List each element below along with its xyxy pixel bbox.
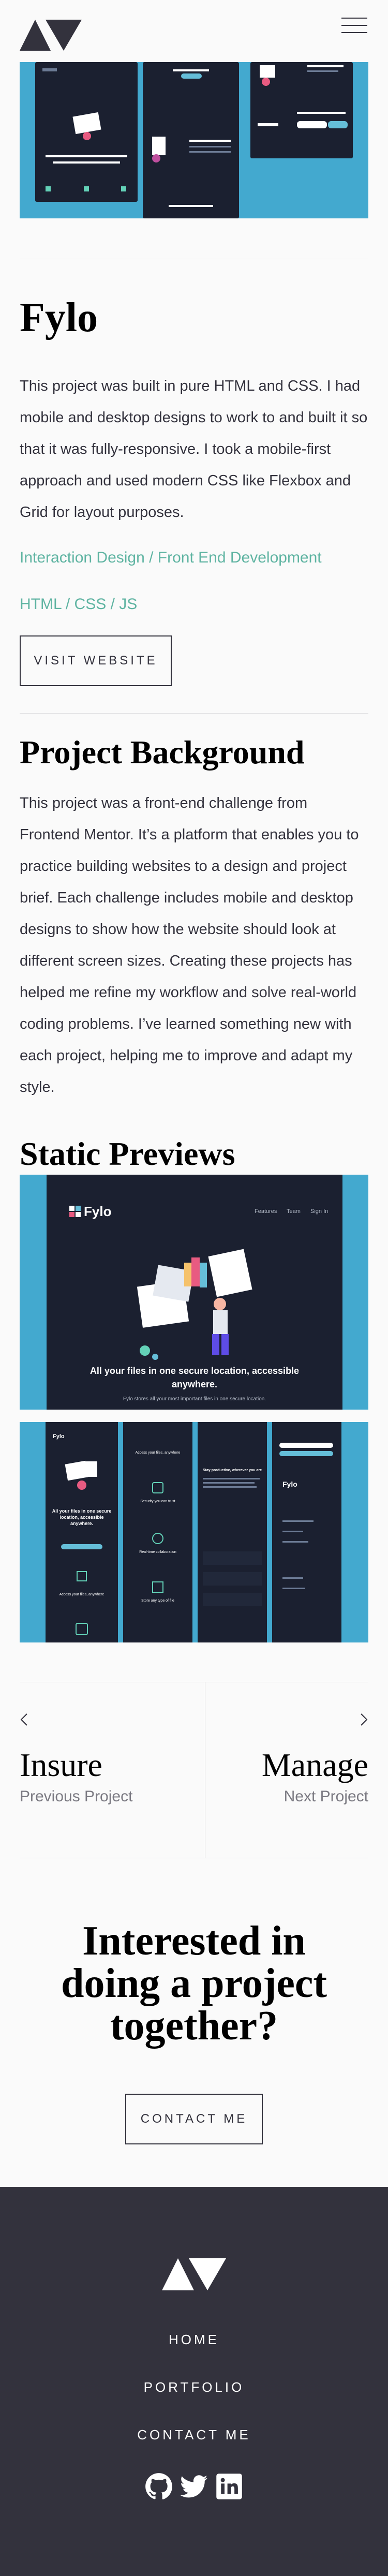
mobile-mockup: Access your files, anywhere Security you… <box>123 1422 192 1642</box>
mockup-desktop <box>250 62 353 158</box>
linkedin-icon[interactable] <box>215 2473 243 2500</box>
divider <box>20 713 368 714</box>
preview-feature: Access your files, anywhere <box>59 1593 105 1596</box>
hamburger-menu-icon[interactable] <box>341 18 367 34</box>
project-categories: Interaction Design / Front End Developme… <box>20 549 322 566</box>
previous-project-link[interactable]: Insure Previous Project <box>20 1713 132 1805</box>
menu-bar <box>341 25 367 26</box>
preview-nav-item: Features <box>255 1208 277 1215</box>
preview-section-title: Stay productive, wherever you are <box>203 1469 262 1472</box>
mobile-mockup: Fylo All your files in one secure locati… <box>46 1422 118 1642</box>
mockup-mobile <box>35 62 138 202</box>
mobile-mockup: Fylo <box>272 1422 341 1642</box>
preview-headline: All your files in one secure location, a… <box>89 1366 300 1389</box>
site-header <box>0 0 388 62</box>
preview-logo-text: Fylo <box>53 1433 65 1440</box>
mockup-mobile <box>143 62 239 218</box>
footer-link-contact[interactable]: CONTACT ME <box>0 2427 388 2443</box>
static-previews-heading: Static Previews <box>20 1135 235 1172</box>
preview-feature: Real-time collaboration <box>139 1550 176 1554</box>
preview-feature: Security you can trust <box>140 1500 175 1503</box>
hero-project-image <box>20 62 368 218</box>
preview-feature: Access your files, anywhere <box>135 1451 181 1455</box>
footer-triangle-logo-icon[interactable] <box>162 2258 226 2290</box>
project-title: Fylo <box>20 295 98 340</box>
project-background-heading: Project Background <box>20 734 305 771</box>
project-tech-stack: HTML / CSS / JS <box>20 596 138 613</box>
preview-logo-text: Fylo <box>282 1480 297 1488</box>
cta-heading: Interested in doing a project together? <box>61 1918 327 2049</box>
next-project-label: Next Project <box>283 1788 368 1805</box>
preview-illustration <box>137 1249 252 1360</box>
previous-project-name: Insure <box>20 1746 102 1783</box>
project-summary: This project was built in pure HTML and … <box>20 378 368 521</box>
preview-logo-text: Fylo <box>84 1204 112 1219</box>
next-project-link[interactable]: Manage Next Project <box>262 1713 368 1805</box>
visit-website-button[interactable]: VISIT WEBSITE <box>20 635 172 686</box>
github-icon[interactable] <box>145 2473 173 2500</box>
mobile-preview-image: Fylo All your files in one secure locati… <box>20 1422 368 1642</box>
previous-project-label: Previous Project <box>20 1788 133 1805</box>
footer-link-portfolio[interactable]: PORTFOLIO <box>0 2379 388 2395</box>
footer-link-home[interactable]: HOME <box>0 2332 388 2348</box>
chevron-right-icon <box>361 1713 368 1726</box>
preview-nav-item: Team <box>287 1208 301 1215</box>
project-background-text: This project was a front-end challenge f… <box>20 795 359 1095</box>
preview-nav-item: Sign In <box>310 1208 329 1215</box>
menu-bar <box>341 32 367 33</box>
desktop-preview-image: Fylo Features Team Sign In All your file… <box>20 1175 368 1410</box>
contact-me-button[interactable]: CONTACT ME <box>125 2094 263 2144</box>
menu-bar <box>341 18 367 19</box>
next-project-name: Manage <box>261 1746 368 1783</box>
twitter-icon[interactable] <box>180 2473 208 2500</box>
mobile-mockup: Stay productive, wherever you are <box>198 1422 267 1642</box>
fylo-logo-icon <box>69 1206 81 1217</box>
chevron-left-icon <box>20 1713 27 1726</box>
preview-headline: All your files in one secure location, a… <box>52 1508 112 1526</box>
desktop-mockup: Fylo Features Team Sign In All your file… <box>47 1175 342 1410</box>
preview-feature: Store any type of file <box>141 1599 174 1603</box>
triangle-logo-icon[interactable] <box>20 20 82 51</box>
preview-subline: Fylo stores all your most important file… <box>123 1396 266 1402</box>
